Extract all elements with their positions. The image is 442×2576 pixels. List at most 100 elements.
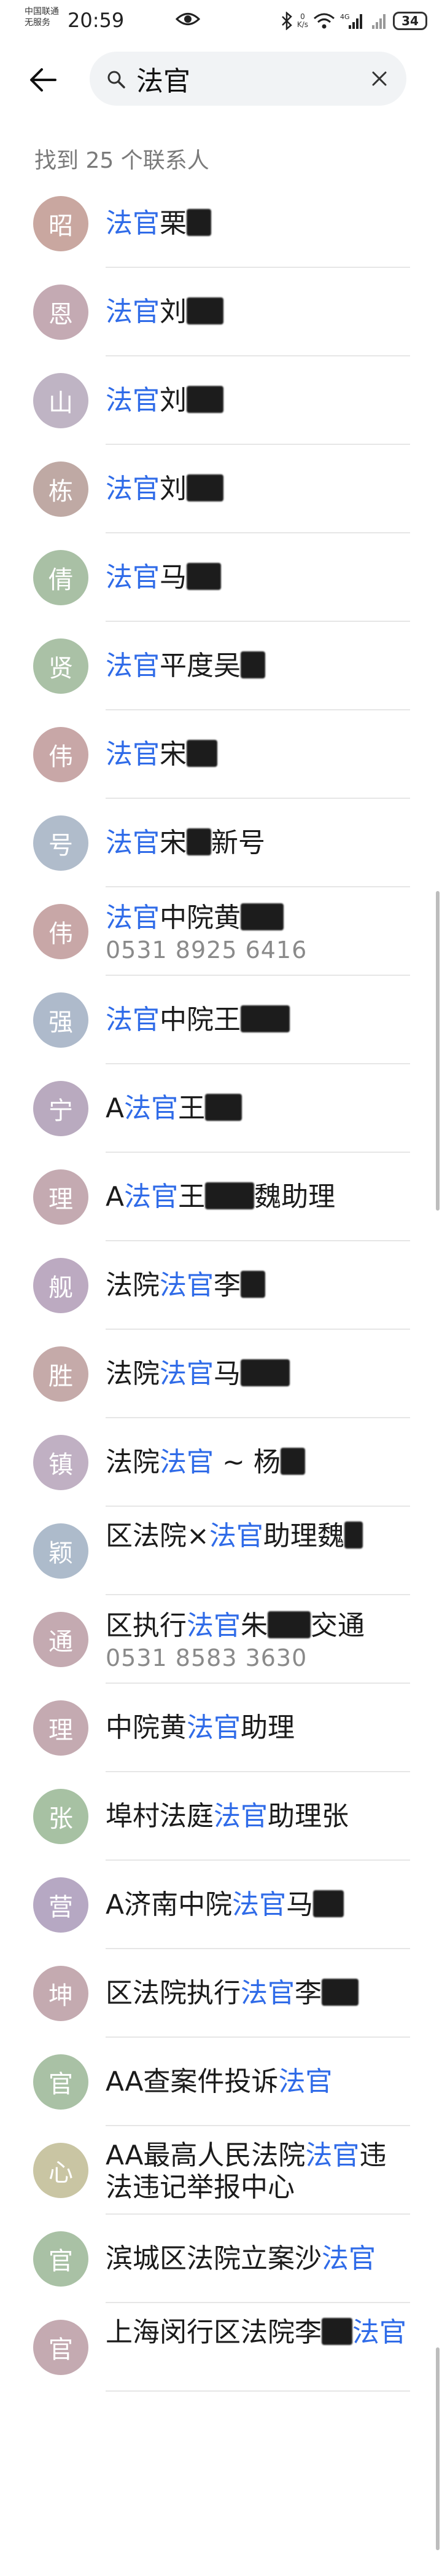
contact-name-match: 法官 bbox=[187, 1712, 241, 1743]
redacted-mark bbox=[187, 740, 217, 767]
contact-name-match: 法官 bbox=[106, 739, 160, 770]
search-box[interactable] bbox=[90, 52, 406, 106]
contact-row[interactable]: 理 A法官王 魏助理 bbox=[0, 1153, 442, 1241]
divider bbox=[106, 2390, 410, 2392]
contact-avatar: 营 bbox=[33, 1877, 88, 1933]
contact-name-suffix: 李 bbox=[214, 1270, 241, 1301]
contact-name: 区法院执行法官李 bbox=[106, 1977, 359, 2009]
contact-avatar: 坤 bbox=[33, 1966, 88, 2021]
contact-name: 法官宋 bbox=[106, 739, 217, 771]
contact-name: 区法院×法官助理魏 bbox=[106, 1520, 413, 1552]
contact-name-match: 法官 bbox=[124, 1093, 179, 1124]
contact-name-suffix: 助理魏 bbox=[263, 1520, 344, 1552]
contact-name-match: 法官 bbox=[160, 1447, 214, 1478]
contact-row[interactable]: 张埠村法庭法官助理张 bbox=[0, 1772, 442, 1861]
redacted-mark bbox=[241, 1005, 290, 1032]
redacted-mark bbox=[322, 1979, 359, 2006]
redacted-mark bbox=[241, 651, 265, 678]
contact-avatar: 理 bbox=[33, 1700, 88, 1756]
contact-row[interactable]: 宁 A法官王 bbox=[0, 1064, 442, 1153]
redacted-mark bbox=[322, 2318, 352, 2345]
contact-name-prefix: AA最高人民法院 bbox=[106, 2140, 306, 2171]
contact-name-match: 法官 bbox=[352, 2317, 406, 2348]
contact-name-suffix: 刘 bbox=[160, 296, 187, 328]
contact-row[interactable]: 通区执行法官朱 交通 0531 8583 3630 bbox=[0, 1595, 442, 1684]
scrollbar-lower bbox=[436, 2347, 440, 2550]
contact-name: A济南中院法官马 bbox=[106, 1889, 344, 1921]
contact-name-suffix: 刘 bbox=[160, 385, 187, 416]
contact-name-match: 法官 bbox=[232, 1889, 287, 1920]
contact-name: 法官宋 新号 bbox=[106, 827, 265, 859]
scrollbar[interactable] bbox=[436, 891, 440, 1211]
redacted-mark bbox=[268, 1611, 311, 1638]
contact-row[interactable]: 舰法院法官李 bbox=[0, 1241, 442, 1330]
redacted-mark bbox=[280, 1448, 305, 1475]
contact-name-prefix: 区法院× bbox=[106, 1520, 209, 1552]
contact-name: 滨城区法院立案沙法官 bbox=[106, 2243, 376, 2275]
contact-avatar: 官 bbox=[33, 2231, 88, 2287]
search-header bbox=[0, 49, 442, 108]
redacted-mark bbox=[241, 903, 284, 930]
contact-name-prefix: 滨城区法院立案沙 bbox=[106, 2243, 322, 2274]
search-icon bbox=[107, 70, 125, 91]
clear-search-button[interactable] bbox=[368, 68, 390, 90]
contact-name-suffix: 马 bbox=[160, 562, 187, 593]
contact-name-match: 法官 bbox=[106, 296, 160, 328]
contact-avatar: 胜 bbox=[33, 1346, 88, 1402]
contact-row[interactable]: 伟法官中院黄 0531 8925 6416 bbox=[0, 887, 442, 976]
contact-name: 法院法官 ~ 杨 bbox=[106, 1447, 305, 1478]
contact-name-match: 法官 bbox=[241, 1977, 295, 2009]
contact-row[interactable]: 山法官刘 bbox=[0, 356, 442, 445]
contact-name-prefix: 法院 bbox=[106, 1358, 160, 1389]
contact-name-match: 法官 bbox=[106, 208, 160, 239]
contact-row[interactable]: 恩法官刘 bbox=[0, 268, 442, 356]
contact-name-match: 法官 bbox=[187, 1610, 241, 1641]
contact-name: 法官栗 bbox=[106, 208, 211, 240]
contact-name: A法官王 魏助理 bbox=[106, 1181, 335, 1213]
contact-row[interactable]: 贤法官平度吴 bbox=[0, 622, 442, 710]
contact-avatar: 通 bbox=[33, 1612, 88, 1667]
contact-row[interactable]: 坤区法院执行法官李 bbox=[0, 1949, 442, 2038]
contact-row[interactable]: 颖区法院×法官助理魏 bbox=[0, 1507, 442, 1595]
contact-name-match: 法官 bbox=[106, 562, 160, 593]
redacted-mark bbox=[205, 1182, 255, 1209]
contact-name: 法官平度吴 bbox=[106, 650, 265, 682]
contact-phone: 0531 8583 3630 bbox=[106, 1644, 308, 1671]
contact-list: 昭法官栗恩法官刘山法官刘栋法官刘倩法官马贤法官平度吴伟法官宋号法官宋 新号伟法官中… bbox=[0, 179, 442, 2392]
contact-row[interactable]: 胜法院法官马 bbox=[0, 1330, 442, 1418]
search-input[interactable] bbox=[136, 59, 357, 98]
contact-row[interactable]: 伟法官宋 bbox=[0, 710, 442, 799]
contact-row[interactable]: 强法官中院王 bbox=[0, 976, 442, 1064]
contact-row[interactable]: 昭法官栗 bbox=[0, 179, 442, 268]
contact-avatar: 官 bbox=[33, 2320, 88, 2375]
contact-row[interactable]: 营 A济南中院法官马 bbox=[0, 1861, 442, 1949]
contact-avatar: 贤 bbox=[33, 638, 88, 694]
contact-row[interactable]: 心 AA最高人民法院法官违法违记举报中心 bbox=[0, 2126, 442, 2215]
back-button[interactable] bbox=[26, 63, 60, 97]
contact-row[interactable]: 官 AA查案件投诉法官 bbox=[0, 2038, 442, 2126]
contact-row[interactable]: 号法官宋 新号 bbox=[0, 799, 442, 887]
contact-name-tail: 新号 bbox=[211, 827, 265, 858]
contact-name: 上海闵行区法院李 法官 bbox=[106, 2317, 413, 2349]
redacted-mark bbox=[187, 297, 223, 324]
carrier-service: 无服务 bbox=[25, 18, 50, 28]
redacted-mark bbox=[205, 1094, 242, 1121]
redacted-mark bbox=[241, 1359, 290, 1386]
contact-avatar: 颖 bbox=[33, 1523, 88, 1579]
contact-name-prefix: 法院 bbox=[106, 1270, 160, 1301]
contact-row[interactable]: 镇法院法官 ~ 杨 bbox=[0, 1418, 442, 1507]
eye-icon bbox=[175, 10, 201, 31]
contact-row[interactable]: 官滨城区法院立案沙法官 bbox=[0, 2215, 442, 2303]
contact-avatar: 理 bbox=[33, 1169, 88, 1225]
signal-nosim-icon bbox=[370, 12, 388, 30]
contact-avatar: 倩 bbox=[33, 550, 88, 605]
contact-row[interactable]: 栋法官刘 bbox=[0, 445, 442, 533]
status-bar: 中国联通 无服务 20:59 0 K/s 4G 34 bbox=[0, 0, 442, 44]
contact-avatar: 栋 bbox=[33, 461, 88, 517]
redacted-mark bbox=[187, 474, 223, 501]
contact-row[interactable]: 理中院黄法官助理 bbox=[0, 1684, 442, 1772]
contact-avatar: 宁 bbox=[33, 1081, 88, 1136]
contact-name: 法官刘 bbox=[106, 473, 223, 505]
contact-row[interactable]: 倩法官马 bbox=[0, 533, 442, 622]
contact-row[interactable]: 官上海闵行区法院李 法官 bbox=[0, 2303, 442, 2392]
